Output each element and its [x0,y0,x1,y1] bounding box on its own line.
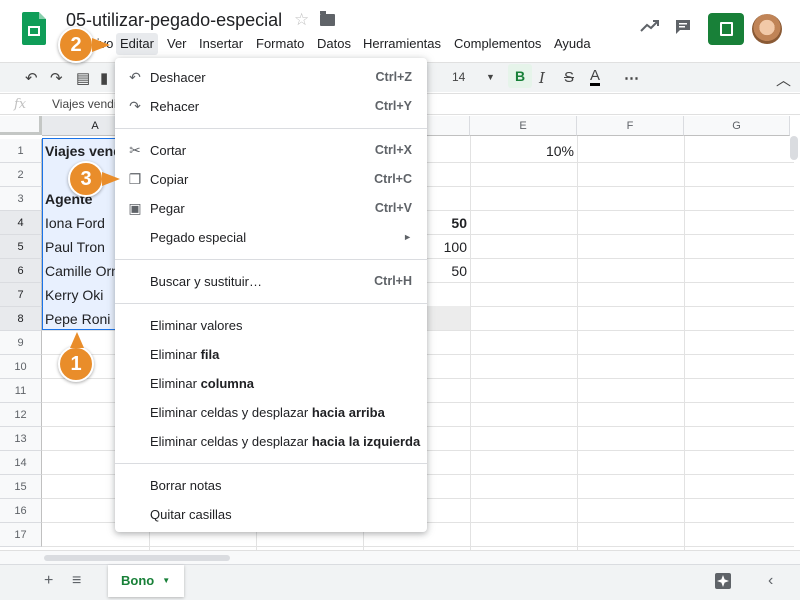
menu-ayuda[interactable]: Ayuda [550,33,595,55]
row-header[interactable]: 3 [0,187,42,211]
undo-icon[interactable]: ↶ [25,69,38,87]
menu-item-quitar-casillas[interactable]: Quitar casillas [115,500,427,529]
sheet-bar: + ≡ Bono ▼ ‹ [0,564,800,600]
menu-separator [115,303,427,304]
avatar[interactable] [752,14,782,44]
print-icon[interactable]: ▤ [76,69,90,87]
row-header[interactable]: 1 [0,139,42,163]
row-header[interactable]: 16 [0,499,42,523]
add-sheet-icon[interactable]: + [44,572,53,590]
document-title[interactable]: 05-utilizar-pegado-especial [66,10,282,31]
column-header-g[interactable]: G [684,116,790,136]
gridline [470,136,471,550]
row-header[interactable]: 8 [0,307,42,331]
row-header[interactable]: 5 [0,235,42,259]
row-header[interactable]: 4 [0,211,42,235]
sheet-tab-label: Bono [121,573,155,588]
gridline [42,546,794,547]
menu-item-deshacer[interactable]: ↶ Deshacer Ctrl+Z [115,63,427,92]
collapse-icon[interactable]: ︿ [776,69,791,90]
clipboard-icon: ▣ [128,200,142,216]
copy-icon: ❐ [128,171,142,187]
menu-formato[interactable]: Formato [252,33,308,55]
row-header[interactable]: 12 [0,403,42,427]
redo-icon: ↷ [129,98,141,114]
column-header-f[interactable]: F [577,116,684,136]
row-header[interactable]: 13 [0,427,42,451]
horizontal-scrollbar[interactable] [0,550,800,564]
menu-separator [115,128,427,129]
side-panel-toggle-icon[interactable]: ‹ [768,572,773,590]
menu-ver[interactable]: Ver [163,33,191,55]
callout-step-2: 2 [58,27,94,63]
folder-icon[interactable] [320,11,335,26]
row-header[interactable]: 14 [0,451,42,475]
share-button[interactable] [708,13,744,45]
menu-item-eliminar-izquierda[interactable]: Eliminar celdas y desplazar hacia la izq… [115,427,427,456]
row-header[interactable]: 17 [0,523,42,547]
menu-herramientas[interactable]: Herramientas [359,33,445,55]
row-header[interactable]: 2 [0,163,42,187]
chevron-down-icon: ▼ [162,576,171,585]
row-header[interactable]: 10 [0,355,42,379]
submenu-arrow-icon: ► [403,232,412,242]
callout-step-1: 1 [58,346,94,382]
row-header[interactable]: 15 [0,475,42,499]
star-icon[interactable]: ☆ [294,10,309,30]
menu-insertar[interactable]: Insertar [195,33,247,55]
menu-item-eliminar-columna[interactable]: Eliminar columna [115,369,427,398]
callout-pointer [70,332,84,348]
italic-icon[interactable]: I [539,69,545,87]
menu-item-eliminar-fila[interactable]: Eliminar fila [115,340,427,369]
title-bar: 05-utilizar-pegado-especial ☆ Archivo Ed… [0,0,800,62]
horizontal-scroll-thumb[interactable] [44,555,230,561]
menu-item-cortar[interactable]: ✂ Cortar Ctrl+X [115,136,427,165]
text-color-icon[interactable]: A [590,68,601,86]
trending-icon[interactable] [640,18,660,39]
edit-menu-dropdown: ↶ Deshacer Ctrl+Z ↷ Rehacer Ctrl+Y ✂ Cortar Ct… [115,58,427,532]
callout-pointer [92,38,110,52]
row-header[interactable]: 7 [0,283,42,307]
vertical-scrollbar[interactable] [790,136,798,160]
row-header[interactable]: 6 [0,259,42,283]
gridline [577,136,578,550]
menu-item-rehacer[interactable]: ↷ Rehacer Ctrl+Y [115,92,427,121]
row-header[interactable]: 9 [0,331,42,355]
bold-button[interactable]: B [508,64,532,88]
fx-icon: fx [14,97,27,112]
paint-format-icon[interactable]: ▮ [100,69,108,87]
menu-item-pegado-especial[interactable]: Pegado especial ► [115,223,427,252]
strikethrough-icon[interactable]: S [564,69,574,86]
cell-e1[interactable]: 10% [470,139,577,163]
share-icon [720,22,733,36]
menu-editar[interactable]: Editar [116,33,158,55]
select-all-corner[interactable] [0,116,42,135]
menu-item-copiar[interactable]: ❐ Copiar Ctrl+C [115,165,427,194]
redo-icon[interactable]: ↷ [50,69,63,87]
callout-pointer [102,172,120,186]
comment-icon[interactable] [674,18,692,41]
gridline [684,136,685,550]
menu-separator [115,259,427,260]
all-sheets-icon[interactable]: ≡ [72,572,81,590]
explore-icon[interactable] [714,572,732,595]
menu-item-eliminar-valores[interactable]: Eliminar valores [115,311,427,340]
column-header-e[interactable]: E [470,116,577,136]
menu-item-borrar-notas[interactable]: Borrar notas [115,471,427,500]
row-header[interactable]: 11 [0,379,42,403]
menu-item-eliminar-arriba[interactable]: Eliminar celdas y desplazar hacia arriba [115,398,427,427]
font-size-select[interactable]: 14 [452,70,465,84]
menu-complementos[interactable]: Complementos [450,33,545,55]
sheet-tab-bono[interactable]: Bono ▼ [108,565,184,597]
menu-datos[interactable]: Datos [313,33,355,55]
undo-icon: ↶ [129,69,141,85]
scissors-icon: ✂ [129,142,141,158]
menu-item-pegar[interactable]: ▣ Pegar Ctrl+V [115,194,427,223]
callout-step-3: 3 [68,161,104,197]
sheets-logo-icon[interactable] [22,12,46,45]
chevron-down-icon[interactable]: ▼ [486,72,495,82]
menu-separator [115,463,427,464]
menu-item-buscar-sustituir[interactable]: Buscar y sustituir… Ctrl+H [115,267,427,296]
more-icon[interactable]: ⋯ [624,69,639,87]
